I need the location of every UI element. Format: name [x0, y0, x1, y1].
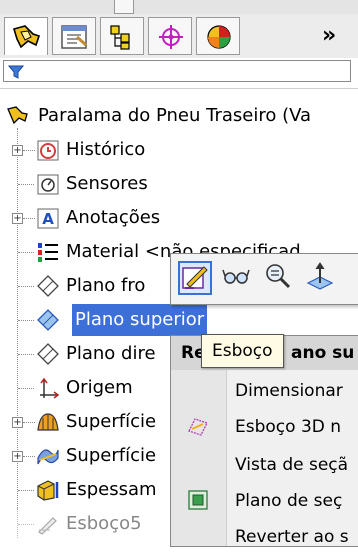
configuration-manager-icon — [110, 25, 130, 50]
tree-branch — [18, 286, 34, 287]
tree-branch — [18, 388, 34, 389]
tree-root-label: Paralama do Pneu Traseiro (Va — [38, 105, 312, 126]
tab-feature-manager[interactable] — [4, 17, 48, 55]
tab-dimxpert-manager[interactable] — [148, 17, 192, 55]
menu-item-label: Vista de seçã — [235, 455, 349, 475]
tab-display-manager[interactable] — [196, 17, 240, 55]
tree-branch — [18, 490, 34, 491]
tree-item-label: Anotações — [66, 207, 161, 228]
tree-item-sensors[interactable]: Sensores — [0, 168, 358, 200]
normal-to-button[interactable] — [305, 261, 339, 295]
sketch-icon — [38, 517, 57, 535]
plane-icon — [37, 343, 59, 365]
tree-item-label: Superfície — [66, 445, 157, 466]
expand-toggle[interactable]: + — [12, 451, 23, 462]
tab-property-manager[interactable] — [52, 17, 96, 55]
plane-icon — [37, 275, 59, 297]
part-icon — [7, 106, 28, 125]
tree-item-label: Superfície — [66, 411, 157, 432]
tree-item-label: Esboço5 — [66, 513, 142, 534]
menu-item-label: Plano de seç — [235, 491, 343, 511]
expand-toggle[interactable]: + — [12, 417, 23, 428]
zoom-to-selection-button[interactable] — [263, 261, 297, 295]
sketch-3d-icon — [188, 418, 208, 436]
menu-item-section-plane[interactable]: Plano de seç — [235, 486, 342, 516]
svg-text:A: A — [42, 210, 54, 228]
tree-item-history[interactable]: + Histórico — [0, 134, 358, 166]
tab-configuration-manager[interactable] — [100, 17, 144, 55]
tree-branch — [23, 456, 35, 457]
tree-item-label: Plano dire — [66, 343, 156, 364]
tree-branch — [23, 218, 35, 219]
menu-item-label: Dimensionar — [235, 381, 343, 401]
tree-item-label: Origem — [66, 377, 133, 398]
thicken-icon — [37, 480, 59, 501]
toolbar-strip — [0, 0, 358, 14]
history-icon — [37, 140, 59, 161]
tooltip: Esboço — [201, 334, 284, 368]
zoom-icon — [266, 264, 291, 289]
expand-toggle[interactable]: + — [12, 145, 23, 156]
context-toolbar — [170, 253, 358, 305]
tree-branch — [18, 320, 34, 321]
sketch-icon — [182, 266, 208, 289]
menu-item-label: Reverter ao s — [235, 527, 349, 547]
more-tabs-button[interactable]: » — [322, 22, 336, 50]
display-manager-icon — [207, 25, 231, 49]
surface-sweep-icon — [37, 449, 59, 465]
context-menu-header-suffix: ano su — [291, 343, 355, 363]
glasses-icon — [222, 269, 250, 284]
sketch-button[interactable] — [178, 261, 212, 295]
menu-item-label: Esboço 3D n — [235, 417, 342, 437]
feature-manager-icon — [12, 25, 41, 49]
tree-branch — [18, 524, 34, 525]
plane-icon — [37, 309, 59, 331]
material-icon — [38, 243, 58, 262]
show-hide-button[interactable] — [221, 261, 255, 295]
filter-input[interactable] — [3, 60, 351, 82]
tree-branch — [18, 354, 34, 355]
tree-branch — [18, 252, 34, 253]
tree-item-annotations[interactable]: + A Anotações — [0, 202, 358, 234]
tree-item-top-plane[interactable]: Plano superior — [0, 304, 358, 336]
dimxpert-icon — [159, 25, 183, 49]
filter-icon — [8, 65, 24, 79]
surface-icon — [37, 413, 59, 431]
tree-branch — [23, 150, 35, 151]
annotations-icon: A — [37, 208, 59, 229]
menu-item-revert[interactable]: Reverter ao s — [235, 522, 349, 552]
menu-item-3d-sketch[interactable]: Esboço 3D n — [235, 412, 341, 442]
section-plane-icon — [188, 490, 208, 510]
tree-item-label: Plano fro — [66, 275, 146, 296]
sensors-icon — [37, 174, 59, 195]
tree-item-label: Sensores — [66, 173, 148, 194]
normal-to-icon — [306, 262, 334, 290]
origin-icon — [40, 377, 60, 399]
filter-bar — [0, 58, 358, 89]
tree-branch — [23, 422, 35, 423]
tree-root-part[interactable]: Paralama do Pneu Traseiro (Va — [0, 100, 358, 132]
feature-manager-tabs: » — [0, 0, 358, 59]
menu-icon-gutter — [171, 370, 227, 546]
menu-item-smart-dimension[interactable]: Dimensionar — [235, 376, 343, 406]
expand-toggle[interactable]: + — [12, 213, 23, 224]
tree-item-label: Espessam — [66, 479, 157, 500]
toolbar-fragment — [114, 0, 134, 14]
tree-item-label: Histórico — [66, 139, 146, 160]
tree-item-label-selected: Plano superior — [72, 304, 208, 336]
menu-item-section-view[interactable]: Vista de seçã — [235, 450, 348, 480]
property-manager-icon — [61, 25, 87, 49]
tree-branch — [18, 184, 34, 185]
